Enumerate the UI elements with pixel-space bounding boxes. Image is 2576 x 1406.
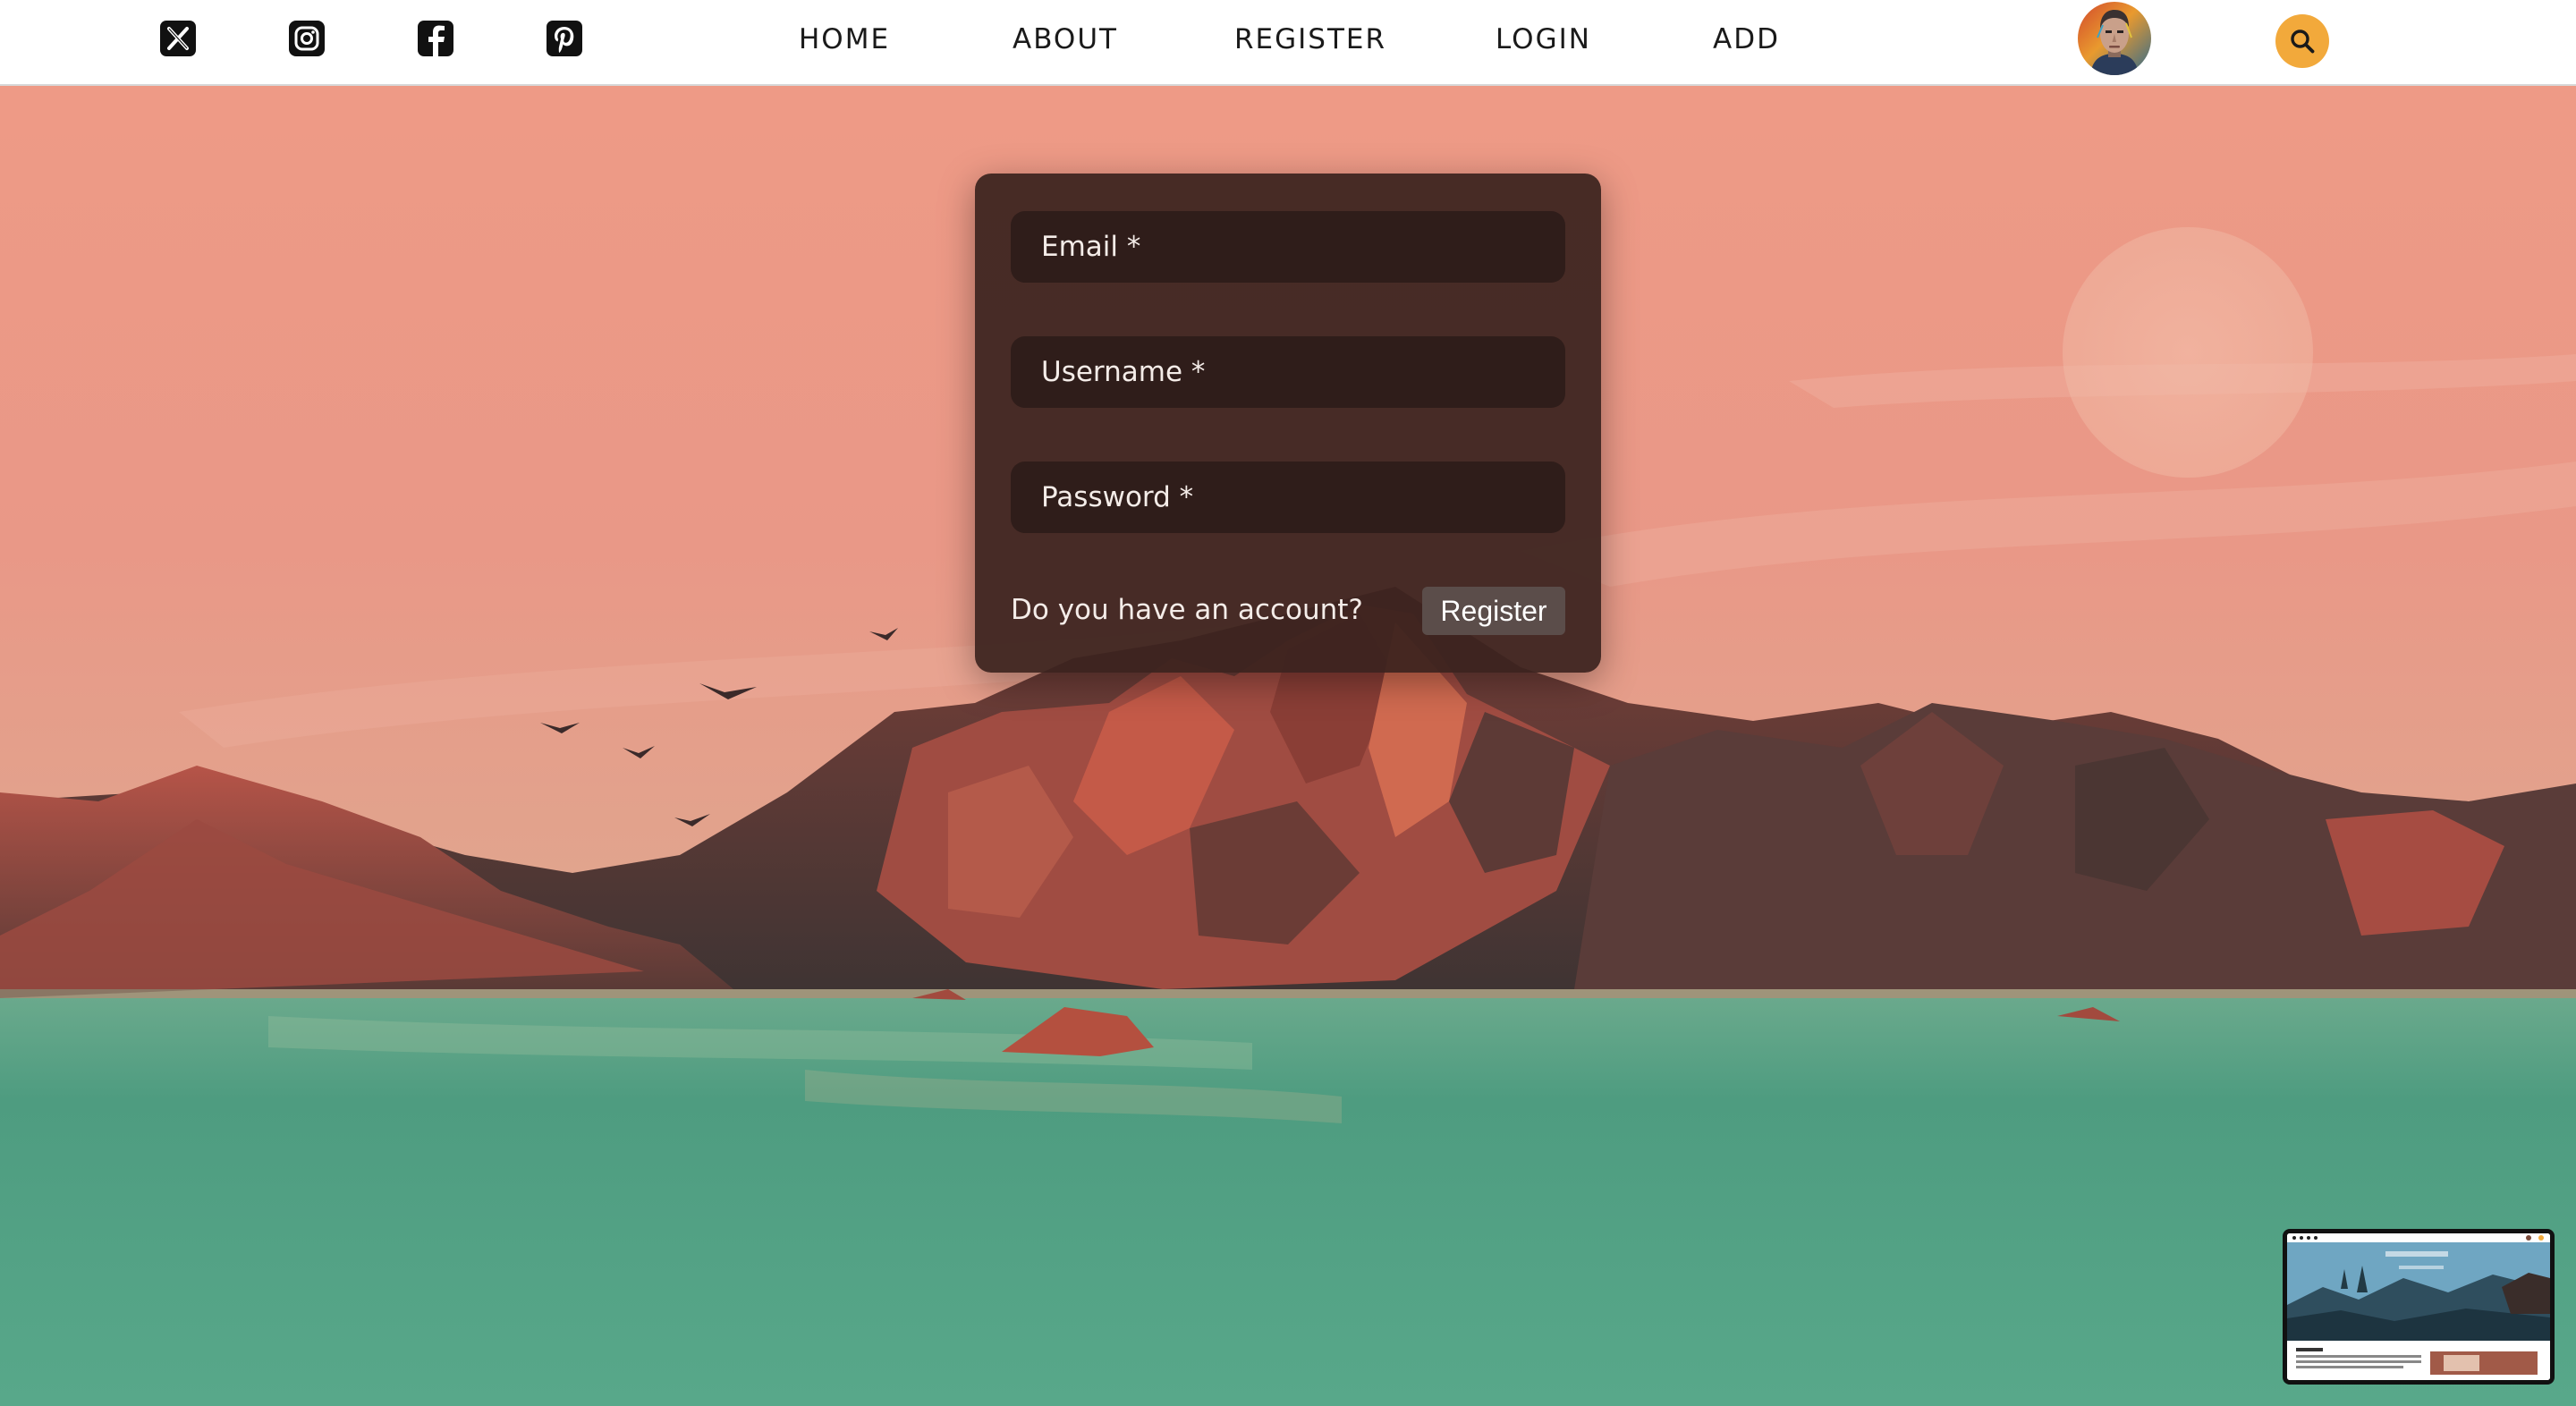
nav-home-link[interactable]: HOME <box>799 20 890 59</box>
instagram-icon[interactable] <box>288 20 326 57</box>
username-field[interactable] <box>1011 336 1565 408</box>
page-preview-thumbnail[interactable] <box>2283 1229 2555 1385</box>
facebook-icon[interactable] <box>417 20 454 57</box>
nav-add-link[interactable]: ADD <box>1713 20 1780 59</box>
x-icon[interactable] <box>159 20 197 57</box>
search-button[interactable] <box>2275 14 2329 68</box>
register-button[interactable]: Register <box>1422 587 1565 635</box>
user-avatar[interactable] <box>2078 2 2151 75</box>
email-field[interactable] <box>1011 211 1565 283</box>
pinterest-icon[interactable] <box>546 20 583 57</box>
register-form: Do you have an account? Register <box>975 174 1601 673</box>
top-navbar: HOME ABOUT REGISTER LOGIN ADD <box>0 0 2576 86</box>
account-question-text: Do you have an account? <box>1011 594 1363 626</box>
nav-login-link[interactable]: LOGIN <box>1496 20 1591 59</box>
nav-about-link[interactable]: ABOUT <box>1013 20 1118 59</box>
search-icon <box>2291 30 2315 54</box>
nav-register-link[interactable]: REGISTER <box>1234 20 1386 59</box>
password-field[interactable] <box>1011 462 1565 533</box>
